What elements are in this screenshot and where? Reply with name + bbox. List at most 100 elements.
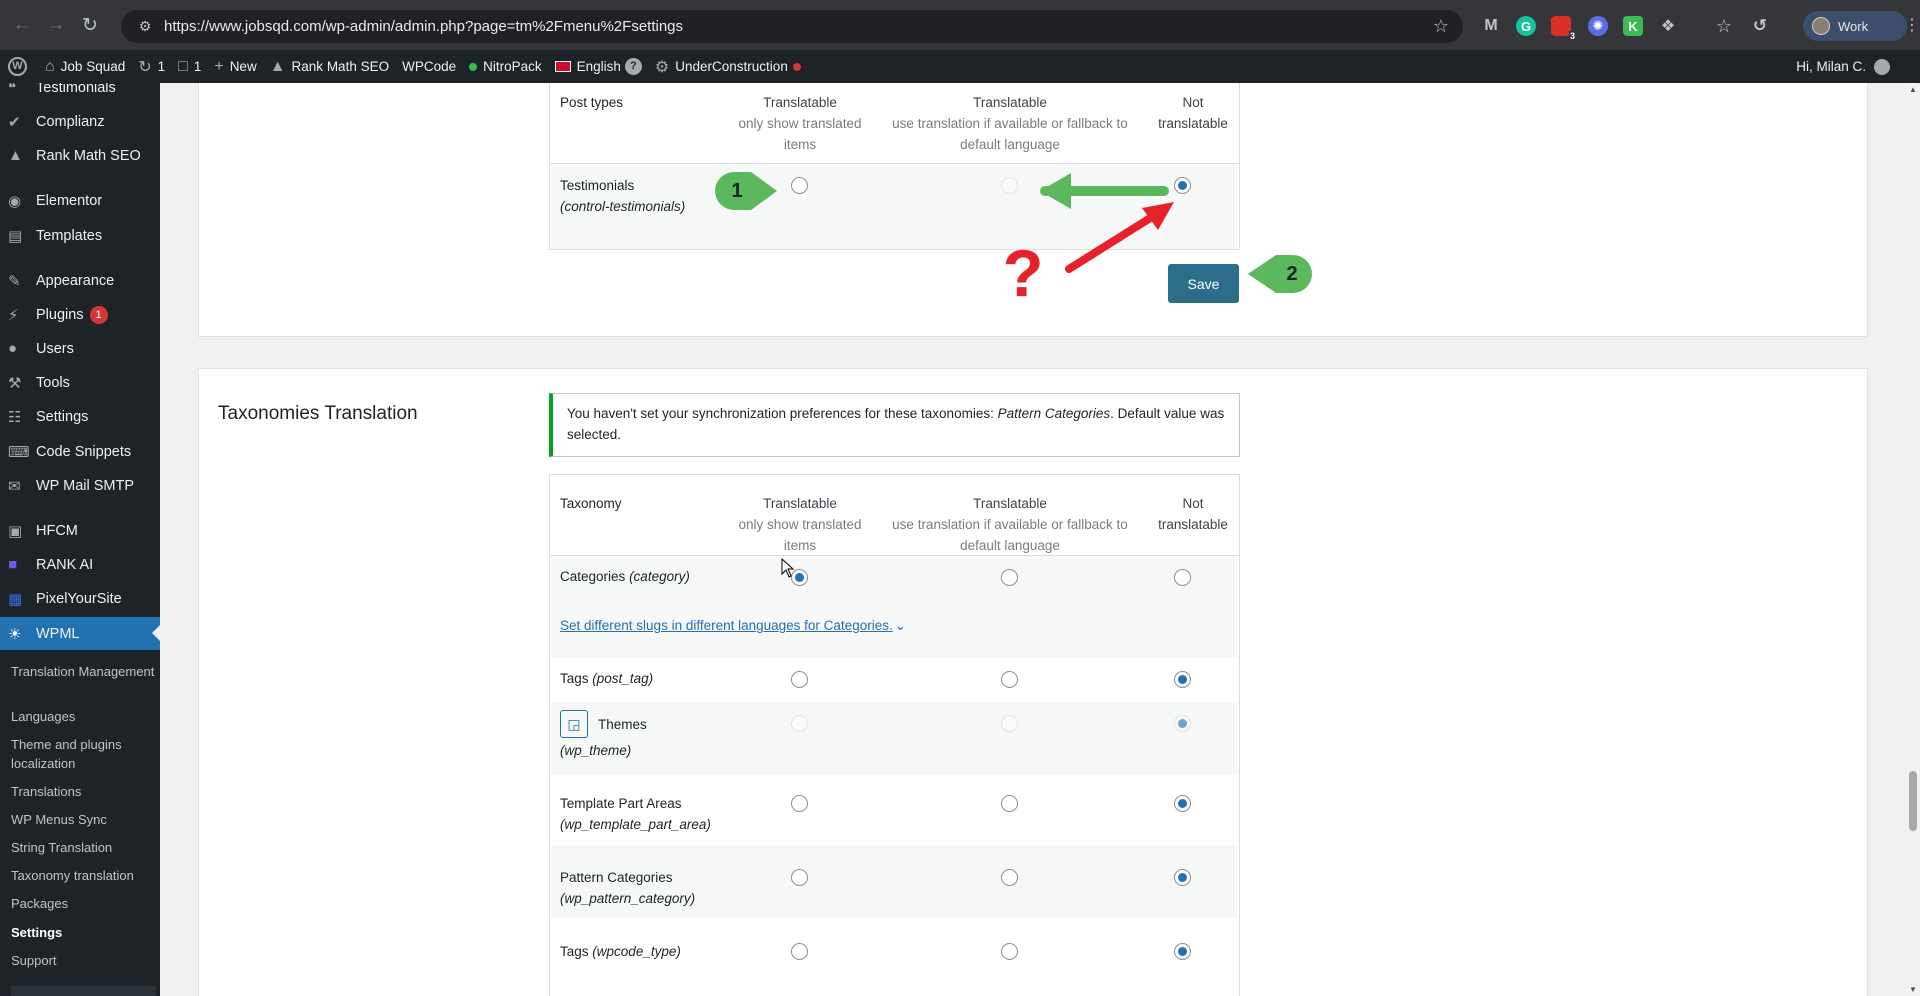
- forward-icon[interactable]: →: [44, 13, 68, 37]
- main-content: Post types Translatable only show transla…: [160, 83, 1906, 996]
- radio-tags-translatable-only[interactable]: [791, 671, 808, 688]
- profile-chip[interactable]: Work: [1803, 11, 1907, 41]
- menu-pixelyoursite[interactable]: ▦ PixelYourSite: [0, 582, 160, 615]
- save-button[interactable]: Save: [1168, 264, 1239, 303]
- scrollbar-thumb[interactable]: [1909, 771, 1917, 831]
- callout-2: 2: [1248, 255, 1312, 293]
- folder-icon: ▤: [8, 227, 23, 245]
- radio-themes-not-translatable[interactable]: [1174, 715, 1191, 732]
- radio-testimonials-translatable-fallback[interactable]: [1001, 177, 1018, 194]
- radio-tags-not-translatable[interactable]: [1174, 671, 1191, 688]
- menu-testimonials[interactable]: ❝ Testimonials: [0, 83, 160, 104]
- radio-themes-translatable-only[interactable]: [791, 715, 808, 732]
- radio-pattern-categories-translatable-only[interactable]: [791, 869, 808, 886]
- comments-link[interactable]: □ 1: [178, 58, 201, 76]
- radio-wpcode-tags-translatable-only[interactable]: [791, 943, 808, 960]
- radio-template-part-translatable-fallback[interactable]: [1001, 795, 1018, 812]
- scroll-up-icon[interactable]: ▲: [1909, 85, 1917, 94]
- extensions-puzzle-icon[interactable]: ❖: [1658, 16, 1678, 36]
- menu-kebab-icon[interactable]: ⋮: [1900, 13, 1920, 37]
- submenu-wp-menus-sync[interactable]: WP Menus Sync: [11, 810, 156, 829]
- radio-template-part-translatable-only[interactable]: [791, 795, 808, 812]
- underconstruction-label: UnderConstruction: [675, 59, 788, 74]
- page-scrollbar[interactable]: ▲ ▼: [1906, 83, 1920, 996]
- uk-flag-icon: [554, 61, 571, 72]
- bookmark-star-icon[interactable]: ☆: [1433, 16, 1449, 37]
- user-account-menu[interactable]: Hi, Milan C.: [1796, 50, 1890, 83]
- radio-testimonials-not-translatable[interactable]: [1174, 177, 1191, 194]
- rankmath-link[interactable]: ▲ Rank Math SEO: [270, 58, 389, 76]
- extension-badge: 3: [1568, 31, 1576, 41]
- refresh-icon: ↻: [138, 58, 152, 76]
- menu-elementor[interactable]: ◉ Elementor: [0, 184, 160, 217]
- submenu-translations[interactable]: Translations: [11, 782, 156, 801]
- extension-k-icon[interactable]: K: [1623, 16, 1643, 36]
- slug-translation-link[interactable]: Set different slugs in different languag…: [560, 618, 906, 634]
- radio-wpcode-tags-not-translatable[interactable]: [1174, 943, 1191, 960]
- submenu-packages[interactable]: Packages: [11, 894, 156, 913]
- menu-templates[interactable]: ▤ Templates: [0, 219, 160, 252]
- user-avatar: [1874, 58, 1890, 75]
- reload-icon[interactable]: ↻: [78, 13, 102, 37]
- taxonomy-row-wpcode-tags: Tags (wpcode_type): [560, 941, 681, 962]
- menu-wp-mail-smtp[interactable]: ✉ WP Mail SMTP: [0, 469, 160, 502]
- submenu-translation-management[interactable]: Translation Management: [11, 662, 156, 681]
- menu-tools[interactable]: ⚒ Tools: [0, 366, 160, 399]
- scroll-down-icon[interactable]: ▼: [1909, 985, 1917, 994]
- updates-link[interactable]: ↻ 1: [138, 57, 165, 77]
- extension-red-icon[interactable]: 3: [1551, 16, 1576, 41]
- extension-blue-icon[interactable]: ✺: [1588, 16, 1608, 36]
- taxonomy-col1-header: Translatable only show translated items: [730, 493, 870, 556]
- new-content-link[interactable]: + New: [214, 58, 256, 76]
- radio-pattern-categories-not-translatable[interactable]: [1174, 869, 1191, 886]
- radio-tags-translatable-fallback[interactable]: [1001, 671, 1018, 688]
- submenu-taxonomy-translation[interactable]: Taxonomy translation: [11, 866, 156, 885]
- underconstruction-link[interactable]: ⚙ UnderConstruction: [655, 57, 801, 77]
- menu-hfcm[interactable]: ▣ HFCM: [0, 514, 160, 547]
- nitropack-link[interactable]: NitroPack: [469, 59, 542, 74]
- radio-pattern-categories-translatable-fallback[interactable]: [1001, 869, 1018, 886]
- history-icon[interactable]: ↺: [1750, 16, 1770, 36]
- radio-categories-not-translatable[interactable]: [1174, 569, 1191, 586]
- radio-testimonials-translatable-only[interactable]: [791, 177, 808, 194]
- menu-complianz[interactable]: ✔ Complianz: [0, 105, 160, 138]
- back-icon[interactable]: ←: [10, 13, 34, 37]
- menu-users[interactable]: ● Users: [0, 332, 160, 365]
- radio-template-part-not-translatable[interactable]: [1174, 795, 1191, 812]
- row-slug-text: (wp_theme): [560, 743, 632, 758]
- submenu-string-translation[interactable]: String Translation: [11, 838, 156, 857]
- row-name: Tags: [560, 944, 589, 959]
- bookmarks-icon[interactable]: ☆: [1714, 16, 1734, 36]
- wordpress-logo-icon[interactable]: W: [8, 57, 27, 76]
- grammarly-icon[interactable]: G: [1516, 16, 1536, 36]
- menu-code-snippets[interactable]: ⌨ Code Snippets: [0, 435, 160, 468]
- menu-wpml[interactable]: ☀ WPML: [0, 617, 160, 650]
- wpcode-link[interactable]: WPCode: [402, 59, 456, 74]
- menu-rank-math[interactable]: ▲ Rank Math SEO: [0, 139, 160, 172]
- menu-label: Elementor: [36, 192, 103, 209]
- language-switcher[interactable]: English?: [554, 58, 642, 75]
- site-name-link[interactable]: ⌂ Job Squad: [45, 58, 125, 76]
- extension-m-icon[interactable]: M: [1481, 16, 1501, 36]
- submenu-theme-plugins-localization[interactable]: Theme and plugins localization: [11, 735, 156, 773]
- callout-1: 1: [715, 172, 777, 210]
- submenu-languages[interactable]: Languages: [11, 707, 156, 726]
- menu-settings[interactable]: ☷ Settings: [0, 400, 160, 433]
- chevron-down-icon: ⌄: [894, 618, 907, 633]
- row-name: Template Part Areas: [560, 796, 682, 811]
- submenu-settings[interactable]: Settings: [11, 923, 156, 942]
- lock-icon[interactable]: ◲: [560, 710, 588, 738]
- radio-wpcode-tags-translatable-fallback[interactable]: [1001, 943, 1018, 960]
- submenu-support[interactable]: Support: [11, 951, 156, 970]
- updates-count: 1: [157, 59, 166, 74]
- col-title: Translatable: [763, 95, 837, 110]
- menu-plugins[interactable]: ⚡ Plugins 1: [0, 298, 160, 331]
- slug-link-text: Set different slugs in different languag…: [560, 618, 893, 633]
- url-text[interactable]: https://www.jobsqd.com/wp-admin/admin.ph…: [164, 18, 1433, 35]
- radio-categories-translatable-fallback[interactable]: [1001, 569, 1018, 586]
- menu-rank-ai[interactable]: ■ RANK AI: [0, 548, 160, 581]
- radio-themes-translatable-fallback[interactable]: [1001, 715, 1018, 732]
- site-info-icon[interactable]: ⚙: [132, 18, 158, 35]
- address-bar[interactable]: ⚙ https://www.jobsqd.com/wp-admin/admin.…: [121, 10, 1463, 43]
- menu-appearance[interactable]: ✎ Appearance: [0, 264, 160, 297]
